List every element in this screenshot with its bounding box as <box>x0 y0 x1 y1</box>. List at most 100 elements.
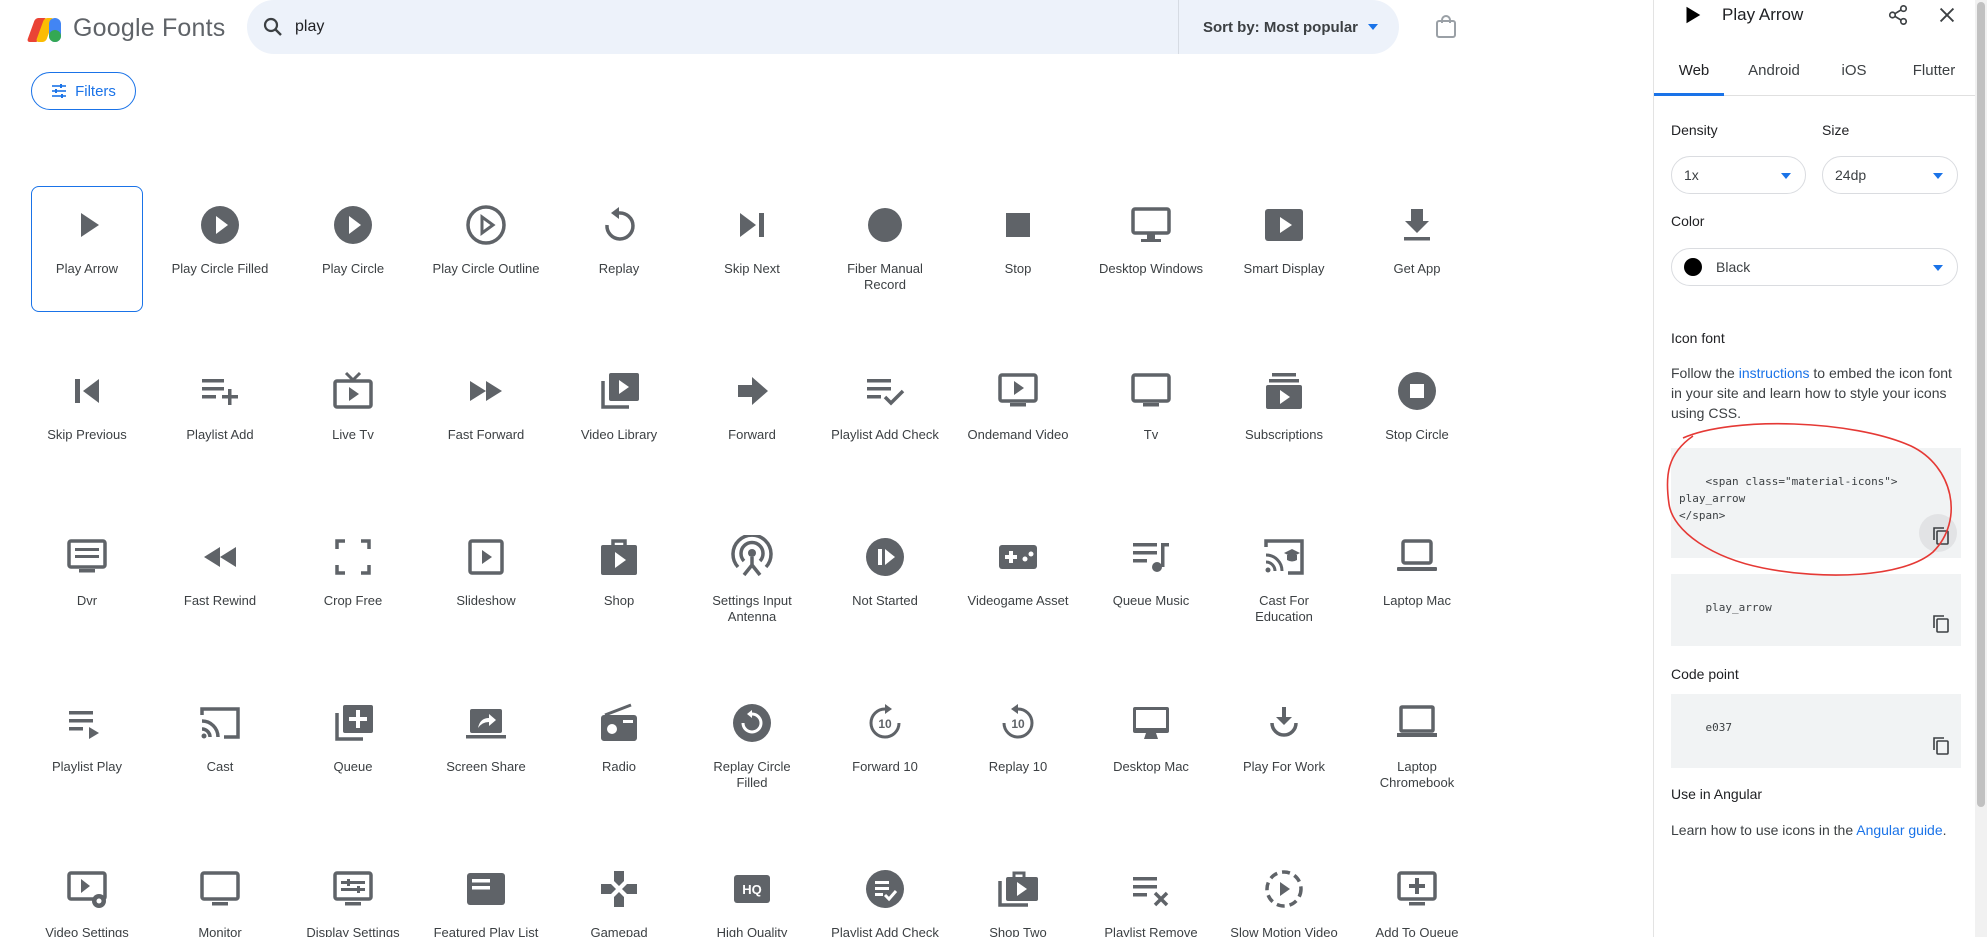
forward-icon <box>738 377 768 405</box>
icon-tile-cast-for-education[interactable]: Cast For Education <box>1228 518 1340 644</box>
icon-tile-smart-display[interactable]: Smart Display <box>1228 186 1340 312</box>
icon-tile-fast-rewind[interactable]: Fast Rewind <box>164 518 276 644</box>
icon-tile-slow-motion-video[interactable]: Slow Motion Video <box>1228 850 1340 937</box>
icon-tile-play-circle-outline[interactable]: Play Circle Outline <box>430 186 542 312</box>
share-icon[interactable] <box>1887 4 1909 26</box>
laptop-chromebook-icon <box>1397 705 1437 737</box>
copy-icon[interactable] <box>1931 736 1951 756</box>
icon-tile-label: Fast Forward <box>447 427 525 442</box>
ligature-code: play_arrow <box>1705 601 1772 614</box>
tab-flutter[interactable]: Flutter <box>1894 54 1974 95</box>
desktop-mac-icon <box>1133 707 1169 739</box>
tab-android[interactable]: Android <box>1734 54 1814 95</box>
chevron-down-icon <box>1368 24 1378 30</box>
icon-tile-forward[interactable]: Forward <box>696 352 808 478</box>
icon-tile-tv[interactable]: Tv <box>1095 352 1207 478</box>
icon-tile-cast[interactable]: Cast <box>164 684 276 810</box>
angular-guide-link[interactable]: Angular guide <box>1856 822 1942 838</box>
icon-tile-label: Get App <box>1393 261 1441 276</box>
search-input[interactable] <box>295 18 1165 36</box>
copy-icon[interactable] <box>1931 614 1951 634</box>
icon-tile-videogame-asset[interactable]: Videogame Asset <box>962 518 1074 644</box>
icon-tile-monitor[interactable]: Monitor <box>164 850 276 937</box>
copy-icon[interactable] <box>1931 526 1951 546</box>
icon-tile-slideshow[interactable]: Slideshow <box>430 518 542 644</box>
icon-tile-playlist-play[interactable]: Playlist Play <box>31 684 143 810</box>
google-fonts-logo[interactable]: Google Fonts <box>26 14 226 43</box>
icon-tile-playlist-remove[interactable]: Playlist Remove <box>1095 850 1207 937</box>
search-bar: Sort by: Most popular <box>247 0 1399 54</box>
shopping-bag-icon[interactable] <box>1435 15 1457 39</box>
icon-tile-skip-previous[interactable]: Skip Previous <box>31 352 143 478</box>
icon-tile-stop-circle[interactable]: Stop Circle <box>1361 352 1473 478</box>
live-tv-icon <box>333 371 373 409</box>
color-select[interactable]: Black <box>1671 248 1958 286</box>
video-settings-icon <box>67 871 107 908</box>
icon-tile-subscriptions[interactable]: Subscriptions <box>1228 352 1340 478</box>
icon-tile-label: Slideshow <box>456 593 516 608</box>
icon-tile-laptop-chromebook[interactable]: Laptop Chromebook <box>1361 684 1473 810</box>
icon-tile-not-started[interactable]: Not Started <box>829 518 941 644</box>
icon-tile-label: Desktop Windows <box>1098 261 1204 276</box>
sort-dropdown[interactable]: Sort by: Most popular <box>1178 0 1399 54</box>
icon-tile-queue-music[interactable]: Queue Music <box>1095 518 1207 644</box>
desktop-windows-icon <box>1131 207 1171 242</box>
filters-button[interactable]: Filters <box>31 72 136 110</box>
icon-tile-playlist-add-check-circle[interactable]: Playlist Add Check Circle <box>829 850 941 937</box>
instructions-link[interactable]: instructions <box>1739 365 1810 381</box>
icon-tile-fiber-manual-record[interactable]: Fiber Manual Record <box>829 186 941 312</box>
icon-tile-label: High Quality <box>716 925 788 937</box>
icon-tile-label: Skip Next <box>724 261 780 276</box>
color-value: Black <box>1716 259 1751 275</box>
scrollbar-thumb[interactable] <box>1977 2 1985 807</box>
icon-tile-replay[interactable]: Replay <box>563 186 675 312</box>
icon-tile-crop-free[interactable]: Crop Free <box>297 518 409 644</box>
smart-display-icon <box>1265 209 1303 241</box>
icon-tile-playlist-add[interactable]: Playlist Add <box>164 352 276 478</box>
svg-text:HQ: HQ <box>742 882 762 897</box>
icon-tile-queue[interactable]: Queue <box>297 684 409 810</box>
icon-tile-featured-play-list[interactable]: Featured Play List <box>430 850 542 937</box>
icon-tile-replay-circle-filled[interactable]: Replay Circle Filled <box>696 684 808 810</box>
icon-tile-desktop-mac[interactable]: Desktop Mac <box>1095 684 1207 810</box>
forward-10-icon: 10 <box>869 704 901 739</box>
close-icon[interactable] <box>1936 4 1958 26</box>
size-select[interactable]: 24dp <box>1822 156 1958 194</box>
icon-tile-play-for-work[interactable]: Play For Work <box>1228 684 1340 810</box>
icon-tile-label: Playlist Add Check Circle <box>831 925 939 937</box>
icon-tile-play-circle-filled[interactable]: Play Circle Filled <box>164 186 276 312</box>
scrollbar[interactable] <box>1975 0 1987 937</box>
tab-web[interactable]: Web <box>1654 54 1734 96</box>
svg-text:10: 10 <box>878 717 892 731</box>
icon-tile-label: Video Library <box>580 427 658 442</box>
density-select[interactable]: 1x <box>1671 156 1806 194</box>
icon-tile-dvr[interactable]: Dvr <box>31 518 143 644</box>
icon-tile-shop[interactable]: Shop <box>563 518 675 644</box>
icon-tile-fast-forward[interactable]: Fast Forward <box>430 352 542 478</box>
icon-tile-label: Replay 10 <box>988 759 1048 774</box>
icon-tile-add-to-queue[interactable]: Add To Queue <box>1361 850 1473 937</box>
icon-tile-screen-share[interactable]: Screen Share <box>430 684 542 810</box>
icon-tile-high-quality[interactable]: HQ High Quality <box>696 850 808 937</box>
icon-tile-skip-next[interactable]: Skip Next <box>696 186 808 312</box>
icon-tile-forward-10[interactable]: 10 Forward 10 <box>829 684 941 810</box>
icon-tile-replay-10[interactable]: 10 Replay 10 <box>962 684 1074 810</box>
icon-tile-playlist-add-check[interactable]: Playlist Add Check <box>829 352 941 478</box>
stop-icon <box>1006 213 1030 237</box>
icon-tile-video-library[interactable]: Video Library <box>563 352 675 478</box>
icon-tile-live-tv[interactable]: Live Tv <box>297 352 409 478</box>
icon-tile-shop-two[interactable]: Shop Two <box>962 850 1074 937</box>
tab-ios[interactable]: iOS <box>1814 54 1894 95</box>
icon-tile-play-circle[interactable]: Play Circle <box>297 186 409 312</box>
icon-tile-desktop-windows[interactable]: Desktop Windows <box>1095 186 1207 312</box>
icon-tile-video-settings[interactable]: Video Settings <box>31 850 143 937</box>
icon-tile-display-settings[interactable]: Display Settings <box>297 850 409 937</box>
icon-tile-settings-input-antenna[interactable]: Settings Input Antenna <box>696 518 808 644</box>
icon-tile-radio[interactable]: Radio <box>563 684 675 810</box>
icon-tile-play-arrow[interactable]: Play Arrow <box>31 186 143 312</box>
icon-tile-stop[interactable]: Stop <box>962 186 1074 312</box>
icon-tile-ondemand-video[interactable]: Ondemand Video <box>962 352 1074 478</box>
icon-tile-get-app[interactable]: Get App <box>1361 186 1473 312</box>
icon-tile-gamepad[interactable]: Gamepad <box>563 850 675 937</box>
icon-tile-laptop-mac[interactable]: Laptop Mac <box>1361 518 1473 644</box>
